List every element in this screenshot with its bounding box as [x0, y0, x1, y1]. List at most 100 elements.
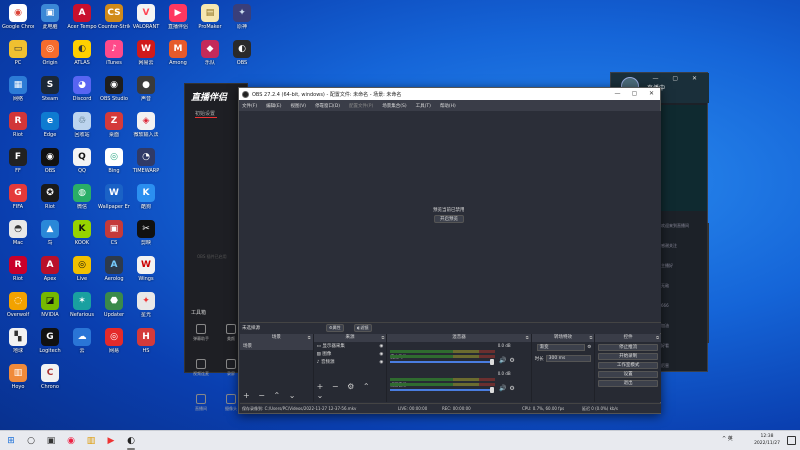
exit-button[interactable]: 退出 [598, 380, 659, 387]
desktop-icon[interactable]: K 酷狗 [130, 184, 162, 210]
obs-titlebar[interactable]: OBS 27.2.4 (64-bit, windows) - 配置文件: 未命名… [239, 88, 660, 100]
desktop-icon[interactable]: ▭ PC [2, 40, 34, 66]
desktop-icon[interactable]: K KOOK [66, 220, 98, 246]
source-item[interactable]: ▨ 图像 ◉ [314, 350, 387, 358]
desktop-icon[interactable]: ▚ 地球 [2, 328, 34, 354]
desktop-icon[interactable]: ✦ 原神 [226, 4, 258, 30]
desktop-icon[interactable]: ♲ 回收站 [66, 112, 98, 138]
filters-button[interactable]: ◐滤镜 [354, 324, 372, 332]
desktop-icon[interactable]: C Chrono [34, 364, 66, 390]
desktop-icon[interactable]: ▥ Hoyo [2, 364, 34, 390]
taskbar-app-3-icon[interactable]: ▶ [104, 434, 118, 448]
taskbar-app-1-icon[interactable]: ◉ [64, 434, 78, 448]
gear-icon[interactable]: ⚙ [509, 357, 514, 364]
desktop-icon[interactable]: W Wings [130, 256, 162, 282]
desktop-icon[interactable]: ◐ ATLAS [66, 40, 98, 66]
desktop-icon[interactable]: ◓ Mac [2, 220, 34, 246]
desktop-icon[interactable]: ▣ 此电脑 [34, 4, 66, 30]
system-tray[interactable]: ^ 英 [722, 435, 733, 442]
desktop-icon[interactable]: Q QQ [66, 148, 98, 174]
properties-button[interactable]: ⚙属性 [326, 324, 344, 332]
desktop-icon[interactable]: ◪ NVIDIA [34, 292, 66, 318]
menu-file[interactable]: 文件(F) [242, 103, 257, 109]
desktop-icon[interactable]: ✂ 剪映 [130, 220, 162, 246]
settings-button[interactable]: 设置 [598, 371, 659, 378]
menu-profile[interactable]: 配置文件(P) [349, 103, 373, 109]
desktop-icon[interactable]: ✪ Riot [34, 184, 66, 210]
desktop-icon[interactable]: ✶ Nefarious [66, 292, 98, 318]
desktop-icon[interactable]: M Among [162, 40, 194, 66]
menu-scene-collection[interactable]: 场景集合(S) [382, 103, 406, 109]
source-item[interactable]: ♪ 音频源 ◉ [314, 358, 387, 366]
preview-area[interactable]: 预览当前已禁用 开启预览 [240, 111, 661, 322]
search-icon[interactable]: ○ [24, 434, 38, 448]
desktop-icon[interactable]: ☁ 云 [66, 328, 98, 354]
desktop-icon[interactable]: W Wallpaper Engine [98, 184, 130, 210]
window-controls[interactable]: — ▢ ✕ [652, 75, 703, 82]
desktop-icon[interactable]: W 网易云 [130, 40, 162, 66]
source-controls[interactable]: + − ⚙ ⌃ ⌄ [317, 382, 387, 400]
desktop-icon[interactable]: ◎ 网易 [98, 328, 130, 354]
desktop-icon[interactable]: ◉ OBS [34, 148, 66, 174]
tab-initial-settings[interactable]: 初始设置 [195, 110, 215, 117]
desktop-icon[interactable]: ◉ Google Chrome [2, 4, 34, 30]
desktop-icon[interactable]: G FIFA [2, 184, 34, 210]
desktop-icon[interactable]: ◔ TIMEWARP [130, 148, 162, 174]
desktop-icon[interactable]: ▲ 鸟 [34, 220, 66, 246]
desktop-icon[interactable]: ◍ 微信 [66, 184, 98, 210]
menu-tools[interactable]: 工具(T) [416, 103, 431, 109]
duration-input[interactable]: 300 ms [545, 355, 592, 362]
undock-icon[interactable]: ⧉ [656, 334, 659, 342]
undock-icon[interactable]: ⧉ [589, 334, 592, 342]
obs-taskbar-icon[interactable]: ◐ [124, 434, 138, 448]
source-item[interactable]: ▭ 显示器采集 ◉ [314, 342, 387, 350]
tool-danmaku[interactable]: 弹幕助手 [187, 324, 215, 342]
windows-start-icon[interactable]: ⊞ [4, 434, 18, 448]
speaker-icon[interactable]: 🔊 [499, 357, 506, 364]
desktop-icon[interactable]: V VALORANT [130, 4, 162, 30]
studio-mode-button[interactable]: 工作室模式 [598, 362, 659, 369]
enable-preview-button[interactable]: 开启预览 [434, 215, 464, 223]
desktop-icon[interactable]: ▣ CS [98, 220, 130, 246]
stop-streaming-button[interactable]: 停止推流 [598, 344, 659, 351]
chat-scrollbar[interactable] [707, 223, 709, 343]
volume-slider[interactable] [390, 389, 495, 391]
scene-item[interactable]: 场景 [240, 342, 313, 350]
desktop-icon[interactable]: ● 声音 [130, 76, 162, 102]
maximize-button[interactable]: ▢ [626, 88, 643, 100]
desktop-icon[interactable]: Z 桌面 [98, 112, 130, 138]
speaker-icon[interactable]: 🔊 [499, 385, 506, 392]
undock-icon[interactable]: ⧉ [381, 334, 384, 342]
desktop-icon[interactable]: A Apex [34, 256, 66, 282]
menu-edit[interactable]: 编辑(E) [266, 103, 281, 109]
clock[interactable]: 12:38 2022/11/27 [754, 433, 780, 447]
desktop-icon[interactable]: ✦ 星光 [130, 292, 162, 318]
desktop-icon[interactable]: e Edge [34, 112, 66, 138]
desktop-icon[interactable]: ◐ OBS [226, 40, 258, 66]
desktop-icon[interactable]: ♪ iTunes [98, 40, 130, 66]
desktop-icon[interactable]: A Acer Tempo [66, 4, 98, 30]
desktop-icon[interactable]: ◆ 乐队 [194, 40, 226, 66]
desktop-icon[interactable]: ◎ Live [66, 256, 98, 282]
desktop-icon[interactable]: ▶ 直播伴侣 [162, 4, 194, 30]
gear-icon[interactable]: ⚙ [587, 345, 591, 350]
scene-controls[interactable]: + − ⌃ ⌄ [243, 391, 298, 400]
desktop-icon[interactable]: A Aerolog [98, 256, 130, 282]
eye-icon[interactable]: ◉ [379, 352, 383, 357]
undock-icon[interactable]: ⧉ [308, 334, 311, 342]
volume-knob[interactable] [490, 359, 495, 365]
menu-view[interactable]: 视图(V) [290, 103, 306, 109]
eye-icon[interactable]: ◉ [379, 360, 383, 365]
desktop-icon[interactable]: ⬣ Updater [98, 292, 130, 318]
desktop-icon[interactable]: R Riot [2, 112, 34, 138]
desktop-icon[interactable]: ◕ Discord [66, 76, 98, 102]
volume-knob[interactable] [490, 387, 495, 393]
obs-window[interactable]: OBS 27.2.4 (64-bit, windows) - 配置文件: 未命名… [238, 87, 662, 414]
eye-icon[interactable]: ◉ [379, 344, 383, 349]
start-recording-button[interactable]: 开始录制 [598, 353, 659, 360]
task-view-icon[interactable]: ▣ [44, 434, 58, 448]
menu-help[interactable]: 帮助(H) [440, 103, 456, 109]
desktop-icon[interactable]: H HS [130, 328, 162, 354]
desktop-icon[interactable]: ◉ OBS Studio [98, 76, 130, 102]
desktop-icon[interactable]: ◈ 微软输入法 [130, 112, 162, 138]
